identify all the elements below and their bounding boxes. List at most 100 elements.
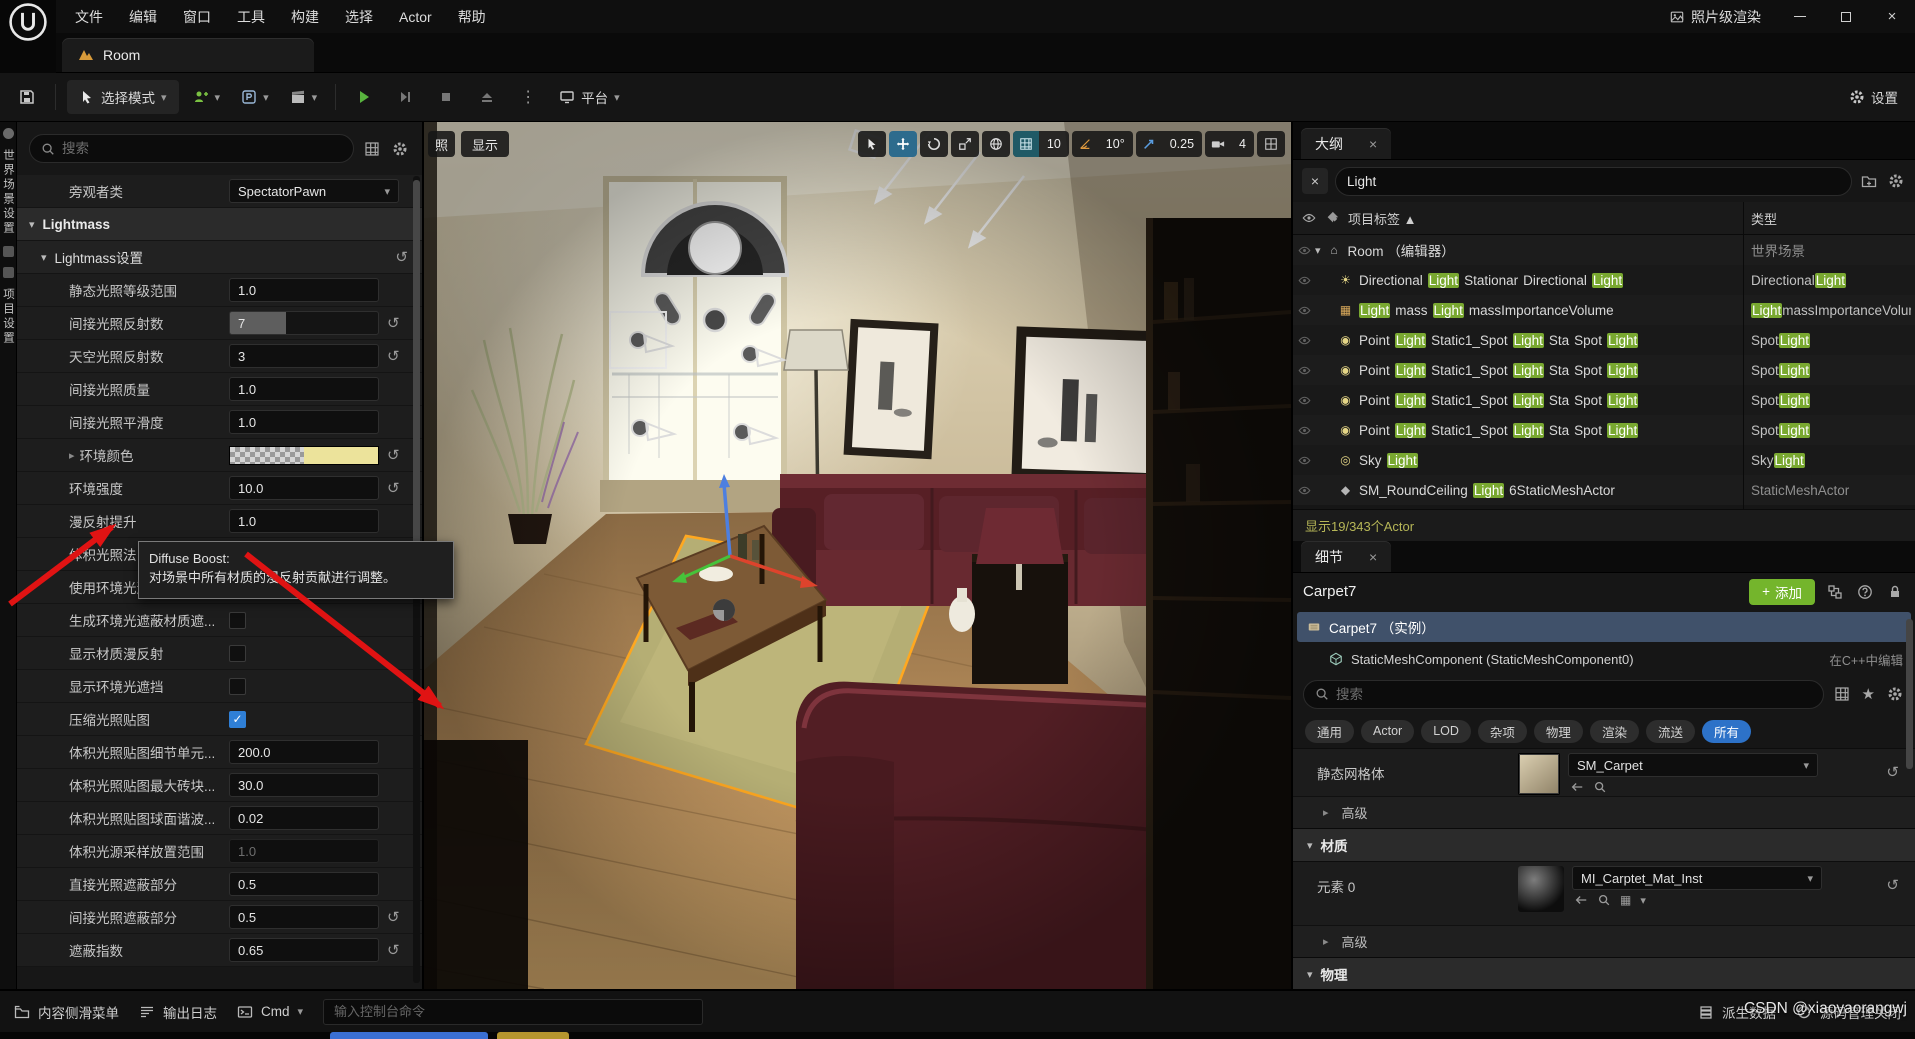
world-settings-search-input[interactable]	[62, 141, 342, 156]
reset-to-default-icon[interactable]: ↺	[387, 314, 400, 332]
settings-checkbox[interactable]	[229, 678, 246, 695]
filter-chip-渲染[interactable]: 渲染	[1590, 720, 1639, 743]
play-button[interactable]	[347, 80, 381, 114]
outliner-row[interactable]: ◆SM_RoundCeilingLight6StaticMeshActorSta…	[1293, 475, 1915, 505]
lock-button[interactable]	[1885, 582, 1905, 602]
color-swatch[interactable]	[229, 446, 379, 465]
world-space-toggle[interactable]	[982, 131, 1010, 157]
outliner-row[interactable]: ◉PointLightStatic1_SpotLightStaSpotLight…	[1293, 325, 1915, 355]
layers-icon[interactable]	[3, 267, 14, 278]
favorites-button[interactable]: ★	[1860, 683, 1877, 705]
platform-dropdown[interactable]: 平台 ▾	[552, 80, 627, 114]
close-button[interactable]: ×	[1869, 0, 1915, 33]
world-settings-tab-icon[interactable]	[3, 128, 14, 139]
outliner-tab[interactable]: 大纲 ×	[1301, 128, 1391, 159]
panel-settings-button[interactable]	[390, 139, 410, 159]
menu-item-0[interactable]: 文件	[62, 0, 116, 33]
content-drawer-button[interactable]: 内容侧滑菜单	[14, 1002, 119, 1022]
outliner-row[interactable]: ◉PointLightStatic1_SpotLightStaSpotLight…	[1293, 415, 1915, 445]
advanced-expander-row[interactable]: ▸ 高级	[1293, 925, 1915, 957]
reset-to-default-icon[interactable]: ↺	[387, 941, 400, 959]
console-command-input[interactable]	[323, 999, 703, 1025]
chevron-down-icon[interactable]: ▾	[41, 251, 47, 264]
settings-input[interactable]: 0.5	[229, 905, 379, 929]
materials-section-header[interactable]: ▾ 材质	[1293, 828, 1915, 861]
grid-snap-control[interactable]: 10	[1013, 131, 1069, 157]
photo-render-button[interactable]: 照片级渲染	[1654, 0, 1777, 33]
minimize-button[interactable]	[1777, 0, 1823, 33]
edit-blueprint-button[interactable]	[1825, 582, 1845, 602]
visibility-eye-icon[interactable]	[1293, 394, 1315, 407]
scale-snap-control[interactable]: 0.25	[1136, 131, 1202, 157]
filter-chip-通用[interactable]: 通用	[1305, 720, 1354, 743]
clear-search-button[interactable]: ×	[1302, 168, 1328, 194]
component-row[interactable]: StaticMeshComponent (StaticMeshComponent…	[1293, 644, 1915, 674]
details-tab[interactable]: 细节 ×	[1301, 541, 1391, 572]
close-icon[interactable]: ×	[1369, 549, 1377, 565]
visibility-eye-icon[interactable]	[1293, 454, 1315, 467]
scale-tool-button[interactable]	[951, 131, 979, 157]
outliner-row[interactable]: ▦LightmassLightmassImportanceVolumeLight…	[1293, 295, 1915, 325]
select-tool-button[interactable]	[858, 131, 886, 157]
visibility-eye-icon[interactable]	[1293, 334, 1315, 347]
move-tool-button[interactable]	[889, 131, 917, 157]
scrollbar-thumb[interactable]	[413, 180, 420, 590]
view-options-button[interactable]	[362, 139, 382, 159]
visibility-eye-icon[interactable]	[1293, 274, 1315, 287]
world-settings-vertical-tab[interactable]: 世界场景设置	[0, 149, 16, 236]
menu-item-1[interactable]: 编辑	[116, 0, 170, 33]
level-tab-room[interactable]: Room	[62, 38, 314, 72]
show-button[interactable]: 显示	[461, 131, 509, 157]
use-selected-icon[interactable]	[1570, 780, 1584, 794]
add-component-button[interactable]: + 添加	[1749, 579, 1815, 605]
texture-grid-icon[interactable]: ▦	[1620, 893, 1631, 907]
settings-dropdown[interactable]: SpectatorPawn▾	[229, 179, 399, 203]
lit-mode-button[interactable]: 照	[428, 131, 455, 157]
settings-input[interactable]: 0.5	[229, 872, 379, 896]
rotation-snap-control[interactable]: 10°	[1072, 131, 1133, 157]
menu-item-6[interactable]: Actor	[386, 0, 445, 33]
eject-button[interactable]	[470, 80, 504, 114]
browse-to-asset-icon[interactable]	[1593, 780, 1607, 794]
reset-to-default-icon[interactable]: ↺	[1886, 753, 1905, 781]
static-mesh-thumbnail[interactable]	[1518, 753, 1560, 795]
material-dropdown[interactable]: MI_Carptet_Mat_Inst ▾	[1572, 866, 1822, 890]
reset-to-default-icon[interactable]: ↺	[395, 248, 408, 266]
cinematics-dropdown[interactable]: ▾	[283, 80, 325, 114]
settings-input[interactable]: 0.65	[229, 938, 379, 962]
eye-icon[interactable]	[1302, 211, 1316, 225]
filter-chip-杂项[interactable]: 杂项	[1478, 720, 1527, 743]
settings-input[interactable]: 30.0	[229, 773, 379, 797]
outliner-row[interactable]: ◎SkyLightSkyLight	[1293, 445, 1915, 475]
item-label-column-header[interactable]: 项目标签 ▲	[1348, 209, 1416, 228]
type-column-header[interactable]: 类型	[1751, 209, 1777, 228]
menu-item-3[interactable]: 工具	[224, 0, 278, 33]
output-log-button[interactable]: 输出日志	[139, 1002, 217, 1022]
viewport[interactable]: 照 显示	[424, 122, 1291, 989]
visibility-eye-icon[interactable]	[1293, 244, 1315, 257]
chevron-down-icon[interactable]: ▾	[1640, 894, 1646, 907]
stop-button[interactable]	[429, 80, 463, 114]
display-filter-button[interactable]	[1832, 684, 1852, 704]
reset-to-default-icon[interactable]: ↺	[387, 908, 400, 926]
outliner-row[interactable]: ▾⌂Room （编辑器）世界场景	[1293, 235, 1915, 265]
pin-icon[interactable]	[1325, 211, 1339, 225]
close-icon[interactable]: ×	[1369, 136, 1377, 152]
chevron-down-icon[interactable]: ▾	[29, 218, 35, 231]
filter-chip-流送[interactable]: 流送	[1646, 720, 1695, 743]
browse-to-asset-icon[interactable]	[1597, 893, 1611, 907]
menu-item-5[interactable]: 选择	[332, 0, 386, 33]
settings-input[interactable]: 10.0	[229, 476, 379, 500]
settings-checkbox[interactable]	[229, 645, 246, 662]
rotate-tool-button[interactable]	[920, 131, 948, 157]
details-search-input[interactable]	[1336, 687, 1812, 702]
filter-chip-LOD[interactable]: LOD	[1421, 720, 1471, 743]
reset-to-default-icon[interactable]: ↺	[1886, 866, 1905, 894]
menu-item-2[interactable]: 窗口	[170, 0, 224, 33]
visibility-eye-icon[interactable]	[1293, 424, 1315, 437]
camera-speed-control[interactable]: 4	[1205, 131, 1254, 157]
settings-input[interactable]: 7	[229, 311, 379, 335]
settings-input[interactable]: 1.0	[229, 278, 379, 302]
filter-chip-物理[interactable]: 物理	[1534, 720, 1583, 743]
add-actor-dropdown[interactable]: ▾	[186, 80, 228, 114]
